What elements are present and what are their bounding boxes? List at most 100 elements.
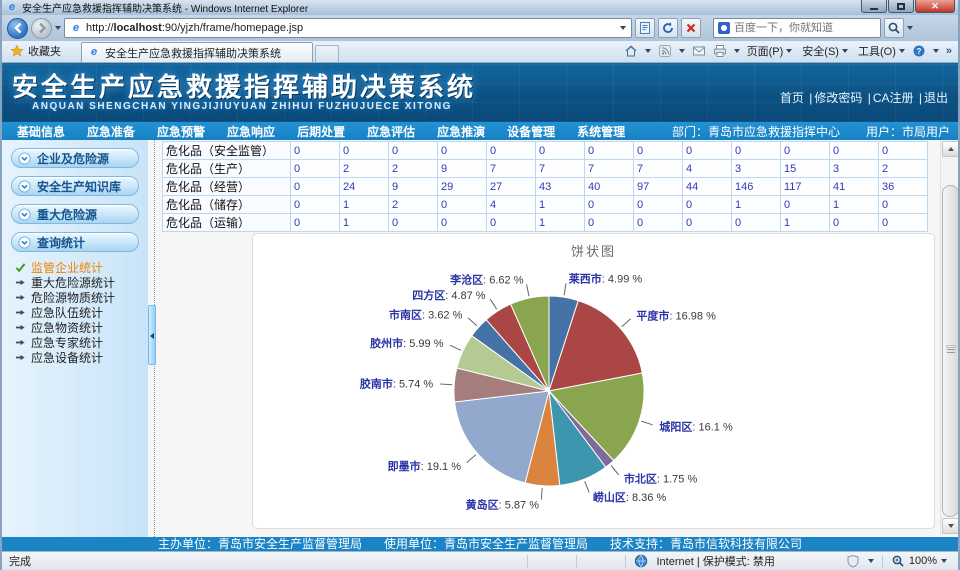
app-footer: 主办单位：青岛市安全生产监督管理局使用单位：青岛市安全生产监督管理局技术支持：青… xyxy=(2,537,958,551)
pie-label-4: 崂山区: 8.36 % xyxy=(593,490,667,504)
chart-title: 饼状图 xyxy=(253,241,934,260)
sidebar-group-3[interactable]: 查询统计 xyxy=(11,232,139,252)
menu-item-3[interactable]: 应急响应 xyxy=(216,123,286,140)
security-zone: Internet | 保护模式: 禁用 xyxy=(656,553,774,569)
favorites-button[interactable]: 收藏夹 xyxy=(2,43,69,62)
chevron-down-icon xyxy=(786,49,792,53)
maximize-button[interactable] xyxy=(888,0,914,13)
pie-label-3: 市北区: 1.75 % xyxy=(624,472,698,486)
zoom-control[interactable]: 100% xyxy=(891,554,947,568)
scrollbar-thumb[interactable] xyxy=(942,185,959,517)
cell-4-8: 0 xyxy=(683,214,732,232)
search-options-icon[interactable] xyxy=(907,26,913,30)
pie-label-connector xyxy=(611,466,619,475)
smartscreen-dropdown-icon[interactable] xyxy=(868,559,874,563)
stats-table: 危化品（安全监管）0000000000000危化品（生产）02297777431… xyxy=(162,141,928,232)
pie-label-connector xyxy=(490,299,496,309)
pie-label-connector xyxy=(541,488,542,500)
top-link-3[interactable]: 退出 xyxy=(924,91,948,105)
sidebar-item-2[interactable]: 危险源物质统计 xyxy=(15,290,148,305)
row-label: 危化品（储存） xyxy=(163,196,291,214)
zoom-dropdown-icon[interactable] xyxy=(941,559,947,563)
status-bar: 完成 Internet | 保护模式: 禁用 100% xyxy=(2,551,958,570)
home-dropdown-icon[interactable] xyxy=(645,49,651,53)
sidebar-group-2[interactable]: 重大危险源 xyxy=(11,204,139,224)
top-link-1[interactable]: 修改密码 xyxy=(814,91,862,105)
top-link-2[interactable]: CA注册 xyxy=(873,91,914,105)
cell-1-7: 7 xyxy=(634,160,683,178)
help-icon[interactable]: ? xyxy=(912,44,926,58)
department-label: 部门：青岛市应急救援指挥中心 xyxy=(672,123,840,140)
menu-item-1[interactable]: 应急准备 xyxy=(76,123,146,140)
feed-icon[interactable] xyxy=(658,44,672,58)
address-dropdown-icon[interactable] xyxy=(620,26,626,30)
sidebar-group-0[interactable]: 企业及危险源 xyxy=(11,148,139,168)
title-bar: e 安全生产应急救援指挥辅助决策系统 - Windows Internet Ex… xyxy=(2,0,958,15)
back-button[interactable] xyxy=(7,18,28,39)
cell-3-9: 1 xyxy=(732,196,781,214)
print-dropdown-icon[interactable] xyxy=(734,49,740,53)
scroll-up-button[interactable] xyxy=(942,141,959,157)
tab-active[interactable]: e 安全生产应急救援指挥辅助决策系统 xyxy=(81,42,313,62)
cell-4-12: 0 xyxy=(879,214,928,232)
compatibility-view-button[interactable] xyxy=(635,18,655,38)
forward-button[interactable] xyxy=(31,18,52,39)
app-title: 安全生产应急救援指挥辅助决策系统 xyxy=(12,67,476,104)
history-dropdown-icon[interactable] xyxy=(55,26,61,30)
command-item-0[interactable]: 页面(P) xyxy=(747,43,793,59)
sidebar-item-1[interactable]: 重大危险源统计 xyxy=(15,275,148,290)
sidebar-group-1[interactable]: 安全生产知识库 xyxy=(11,176,139,196)
smartscreen-icon[interactable] xyxy=(846,554,860,568)
search-input[interactable] xyxy=(734,22,876,34)
menu-item-7[interactable]: 设备管理 xyxy=(496,123,566,140)
scroll-down-button[interactable] xyxy=(942,518,959,534)
main-panel: 危化品（安全监管）0000000000000危化品（生产）02297777431… xyxy=(155,140,939,537)
sidebar-item-0[interactable]: 监管企业统计 xyxy=(15,260,148,275)
new-tab-button[interactable] xyxy=(315,45,339,62)
menu-item-5[interactable]: 应急评估 xyxy=(356,123,426,140)
stop-icon xyxy=(684,21,698,35)
cell-0-6: 0 xyxy=(585,142,634,160)
sidebar-item-5[interactable]: 应急专家统计 xyxy=(15,335,148,350)
cell-4-4: 0 xyxy=(487,214,536,232)
cell-4-10: 1 xyxy=(781,214,830,232)
address-input[interactable]: e http://localhost:90/yjzh/frame/homepag… xyxy=(64,18,632,38)
cell-3-12: 0 xyxy=(879,196,928,214)
pie-label-connector xyxy=(440,384,452,385)
table-row-4: 危化品（运输）0100010000100 xyxy=(163,214,928,232)
top-link-0[interactable]: 首页 xyxy=(780,91,804,105)
vertical-scrollbar[interactable] xyxy=(940,140,959,535)
sidebar-groups: 企业及危险源安全生产知识库重大危险源查询统计 xyxy=(2,148,148,252)
menu-item-8[interactable]: 系统管理 xyxy=(566,123,636,140)
cell-4-11: 0 xyxy=(830,214,879,232)
cell-1-8: 4 xyxy=(683,160,732,178)
pie-label-connector xyxy=(527,284,530,296)
baidu-icon xyxy=(718,22,730,34)
sidebar-item-3[interactable]: 应急队伍统计 xyxy=(15,305,148,320)
feed-dropdown-icon[interactable] xyxy=(679,49,685,53)
close-button[interactable]: ✕ xyxy=(915,0,955,13)
pie-label-6: 即墨市: 19.1 % xyxy=(388,459,462,473)
refresh-button[interactable] xyxy=(658,18,678,38)
menu-item-6[interactable]: 应急推演 xyxy=(426,123,496,140)
sidebar-item-4[interactable]: 应急物资统计 xyxy=(15,320,148,335)
mail-icon[interactable] xyxy=(692,44,706,58)
command-item-2[interactable]: 工具(O) xyxy=(858,43,905,59)
stop-button[interactable] xyxy=(681,18,701,38)
command-items: 页面(P) 安全(S) 工具(O) xyxy=(747,43,905,59)
home-icon[interactable] xyxy=(624,44,638,58)
menu-item-4[interactable]: 后期处置 xyxy=(286,123,356,140)
search-button[interactable] xyxy=(884,18,904,38)
more-commands[interactable]: » xyxy=(946,45,952,57)
menu-item-0[interactable]: 基础信息 xyxy=(6,123,76,140)
pane-splitter[interactable] xyxy=(148,140,155,537)
command-item-1[interactable]: 安全(S) xyxy=(802,43,848,59)
menu-item-2[interactable]: 应急预警 xyxy=(146,123,216,140)
minimize-button[interactable] xyxy=(861,0,887,13)
sidebar-item-6[interactable]: 应急设备统计 xyxy=(15,350,148,365)
cell-2-3: 29 xyxy=(438,178,487,196)
minimize-icon xyxy=(870,8,878,10)
app-top-links: 首页 |修改密码 |CA注册 |退出 xyxy=(778,89,950,106)
help-dropdown-icon[interactable] xyxy=(933,49,939,53)
print-icon[interactable] xyxy=(713,44,727,58)
